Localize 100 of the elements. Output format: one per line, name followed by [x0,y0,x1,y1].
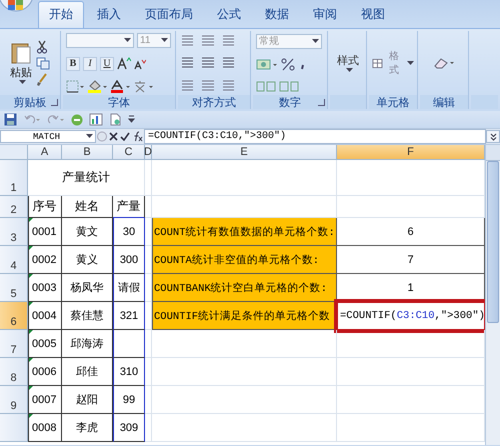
table-cell: 0008 [28,414,62,442]
row-header[interactable]: 6 [0,302,28,330]
table-cell: 300 [113,246,145,274]
align-icon[interactable] [200,34,216,47]
expand-button[interactable] [486,130,500,143]
group-label: 对齐方式 [192,96,236,110]
cancel-icon[interactable] [109,132,118,141]
format-button[interactable]: B [66,56,80,71]
table-cell: 黄义 [62,246,113,274]
grid-icon [372,58,383,68]
table-cell: 0003 [28,274,62,302]
table-cell: 309 [113,414,145,442]
table-cell: 321 [113,302,145,330]
ribbon-tab[interactable]: 页面布局 [134,1,204,28]
caret-icon [346,68,352,73]
group-label: 数字 [279,96,301,110]
dialog-launcher-icon[interactable] [318,99,325,106]
table-cell: 赵阳 [62,386,113,414]
table-title: 产量统计 [28,160,145,196]
grow-font-icon[interactable] [117,57,131,70]
group-label: 字体 [108,96,130,110]
row-header[interactable]: 3 [0,218,28,246]
align-icon[interactable] [200,79,216,92]
table-cell: COUNTBANK统计空白单元格的个数: [152,274,337,302]
name-box[interactable]: MATCH [0,130,96,143]
document-icon[interactable] [109,113,122,126]
cut-icon[interactable] [36,40,48,54]
caret-icon [161,38,168,44]
caret-icon [86,134,93,139]
ribbon-tab[interactable]: 审阅 [302,1,348,28]
fill-color-icon[interactable] [87,80,107,93]
circle-icon[interactable] [71,114,83,126]
function-icon[interactable] [132,131,143,142]
table-cell: 蔡佳慧 [62,302,113,330]
group-label: 编辑 [433,96,455,110]
copy-icon[interactable] [36,56,50,70]
caret-icon [407,60,414,66]
caret-icon [18,80,26,85]
ribbon-tab[interactable]: 公式 [206,1,252,28]
format-button[interactable]: U [100,56,114,71]
ribbon-tab[interactable]: 数据 [254,1,300,28]
table-cell: 请假 [113,274,145,302]
table-cell: 310 [113,358,145,386]
table-cell: 0002 [28,246,62,274]
formula-field[interactable]: =COUNTIF(C3:C10,">300") [144,129,486,144]
table-cell: 0004 [28,302,62,330]
column-header[interactable]: E [152,145,337,160]
column-header[interactable]: B [62,145,113,160]
group-label: 剪贴板 [14,96,46,110]
row-header[interactable]: 9 [0,386,28,414]
row-header[interactable]: 5 [0,274,28,302]
percent-icon[interactable] [281,58,295,70]
dialog-launcher-icon[interactable] [51,99,58,106]
border-icon[interactable] [66,80,84,93]
table-cell: COUNTA统计非空值的单元格个数: [152,246,337,274]
save-icon[interactable] [4,113,17,126]
ribbon-tab[interactable]: 视图 [350,1,396,28]
scrollbar[interactable] [485,145,500,445]
caret-icon [312,38,319,44]
table-cell: 0005 [28,330,62,358]
row-header[interactable]: 7 [0,330,28,358]
brush-icon[interactable] [36,72,48,86]
ribbon-tab[interactable]: 插入 [86,1,132,28]
table-cell: 李虎 [62,414,113,442]
table-cell: COUNTIF统计满足条件的单元格个数 [152,302,337,330]
styles-button[interactable]: 样式 [337,53,359,73]
table-cell: 黄文 [62,218,113,246]
align-icon[interactable] [200,56,216,70]
group-label-bar [330,95,366,109]
shrink-font-icon[interactable] [134,58,146,70]
office-button-icon[interactable] [0,0,34,12]
font-color-icon[interactable] [110,80,130,93]
circle-icon [97,131,107,142]
chevron-icon [490,132,496,140]
column-header[interactable]: A [28,145,62,160]
row-header[interactable]: 2 [0,196,28,218]
table-cell: 99 [113,386,145,414]
group-label: 单元格 [376,96,410,110]
cell-input-field[interactable]: =COUNTIF(C3:C10,">300") [334,299,488,333]
column-heading: 姓名 [62,196,113,218]
ribbon-tab[interactable]: 开始 [38,1,84,28]
row-header[interactable]: 8 [0,358,28,386]
table-cell: COUNT统计有数值数据的单元格个数: [152,218,337,246]
eraser-icon[interactable] [433,57,455,69]
column-header[interactable]: D [145,145,152,160]
row-header[interactable]: 4 [0,246,28,274]
table-cell: 邱海涛 [62,330,113,358]
row-header[interactable]: 1 [0,160,28,196]
check-icon[interactable] [120,132,130,141]
column-heading: 产量 [113,196,145,218]
paste-button[interactable]: 粘贴 [10,41,32,85]
column-header[interactable]: C [113,145,145,160]
format-button[interactable]: I [83,56,97,71]
chart-icon[interactable] [89,113,103,126]
column-header[interactable]: F [337,145,485,160]
table-cell: 0006 [28,358,62,386]
column-heading: 序号 [28,196,62,218]
font-name-field[interactable] [66,33,134,48]
caret-icon [124,38,131,44]
customize-icon[interactable] [128,115,135,124]
